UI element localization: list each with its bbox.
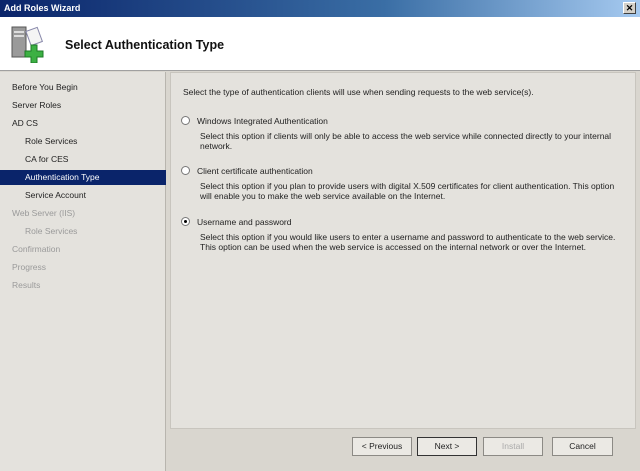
cancel-button[interactable]: Cancel bbox=[552, 437, 613, 456]
nav-item: Role Services bbox=[25, 226, 78, 236]
wizard-nav: Before You Begin Server Roles AD CS Role Se… bbox=[0, 72, 166, 471]
option-description: Select this option if you would like use… bbox=[200, 232, 616, 252]
next-button[interactable]: Next > bbox=[417, 437, 477, 456]
nav-item: Results bbox=[12, 280, 41, 290]
option-label[interactable]: Username and password bbox=[197, 217, 292, 227]
radio-button[interactable] bbox=[181, 217, 190, 226]
install-button: Install bbox=[483, 437, 543, 456]
previous-button[interactable]: < Previous bbox=[352, 437, 412, 456]
nav-item[interactable]: Authentication Type bbox=[0, 170, 166, 185]
nav-item: Web Server (IIS) bbox=[12, 208, 76, 218]
radio-button[interactable] bbox=[181, 116, 190, 125]
server-add-role-icon bbox=[11, 26, 44, 63]
window-title: Add Roles Wizard bbox=[4, 3, 81, 13]
wizard-header: Select Authentication Type bbox=[0, 17, 640, 71]
option-description: Select this option if clients will only … bbox=[200, 131, 612, 151]
close-button[interactable]: ✕ bbox=[623, 2, 636, 14]
nav-item[interactable]: Service Account bbox=[0, 188, 166, 203]
nav-item[interactable]: CA for CES bbox=[0, 152, 166, 167]
radio-button[interactable] bbox=[181, 166, 190, 175]
nav-item: Progress bbox=[12, 262, 47, 272]
page-title: Select Authentication Type bbox=[65, 38, 225, 52]
nav-item: Confirmation bbox=[12, 244, 61, 254]
nav-item[interactable]: AD CS bbox=[0, 116, 166, 131]
intro-text: Select the type of authentication client… bbox=[183, 87, 534, 97]
option-description: Select this option if you plan to provid… bbox=[200, 181, 615, 201]
content-panel: Select the type of authentication client… bbox=[170, 72, 636, 429]
nav-item[interactable]: Before You Begin bbox=[0, 80, 166, 95]
nav-item[interactable]: Server Roles bbox=[0, 98, 166, 113]
option-label[interactable]: Client certificate authentication bbox=[197, 166, 313, 176]
option-label[interactable]: Windows Integrated Authentication bbox=[197, 116, 328, 126]
title-bar: Add Roles Wizard ✕ bbox=[0, 0, 640, 17]
nav-item[interactable]: Role Services bbox=[0, 134, 166, 149]
